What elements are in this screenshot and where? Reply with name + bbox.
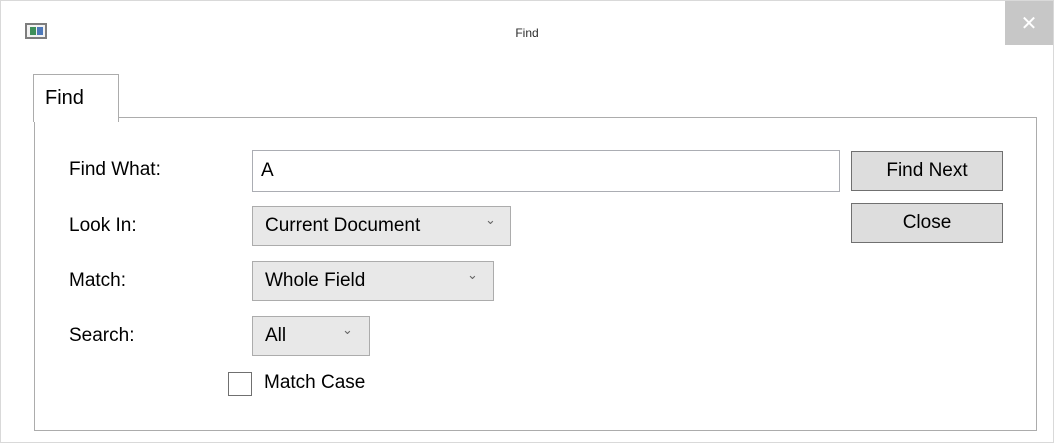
- search-value: All: [265, 325, 287, 346]
- tab-find-label: Find: [45, 87, 84, 109]
- search-label: Search:: [69, 325, 135, 346]
- chevron-down-icon: ⌄: [342, 323, 353, 338]
- tab-find[interactable]: Find: [33, 74, 119, 122]
- search-dropdown[interactable]: All ⌄: [252, 316, 370, 356]
- window-title: Find: [515, 26, 539, 40]
- find-tab-panel: Find What: Find Next Close Look In: Curr…: [34, 117, 1037, 431]
- chevron-down-icon: ⌄: [467, 268, 478, 283]
- find-next-button[interactable]: Find Next: [851, 151, 1003, 191]
- look-in-dropdown[interactable]: Current Document ⌄: [252, 206, 511, 246]
- close-window-button[interactable]: ✕: [1005, 1, 1053, 45]
- match-value: Whole Field: [265, 270, 366, 291]
- find-dialog: Find ✕ Find Find What: Find Next Close L…: [0, 0, 1054, 443]
- close-button[interactable]: Close: [851, 203, 1003, 243]
- chevron-down-icon: ⌄: [485, 213, 496, 228]
- find-what-label: Find What:: [69, 159, 161, 180]
- match-label: Match:: [69, 270, 127, 291]
- match-case-checkbox[interactable]: [228, 372, 252, 396]
- look-in-value: Current Document: [265, 215, 421, 236]
- look-in-label: Look In:: [69, 215, 137, 236]
- dialog-client-area: Find Find What: Find Next Close Look In:…: [9, 61, 1045, 436]
- find-what-input[interactable]: [252, 150, 840, 192]
- match-dropdown[interactable]: Whole Field ⌄: [252, 261, 494, 301]
- match-case-label[interactable]: Match Case: [264, 372, 365, 394]
- title-bar: Find ✕: [1, 1, 1053, 59]
